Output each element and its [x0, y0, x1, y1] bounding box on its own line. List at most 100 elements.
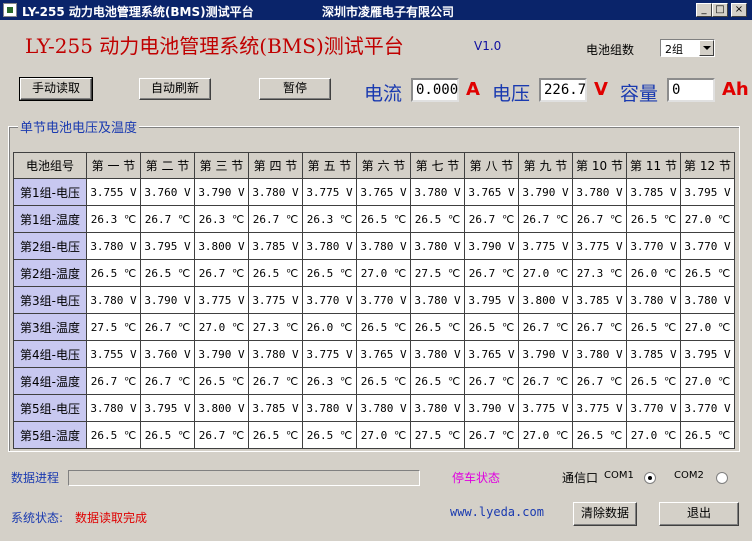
- table-cell: 26.7 ℃: [464, 421, 519, 449]
- table-cell: 26.5 ℃: [86, 259, 141, 287]
- app-heading: LY-255 动力电池管理系统(BMS)测试平台: [25, 34, 404, 58]
- column-header: 第 七 节: [410, 152, 465, 179]
- table-cell: 3.790 V: [464, 394, 519, 422]
- column-header: 第 八 节: [464, 152, 519, 179]
- app-icon[interactable]: [3, 3, 17, 17]
- table-cell: 3.785 V: [572, 286, 627, 314]
- progress-bar: [68, 470, 420, 486]
- auto-refresh-button[interactable]: 自动刷新: [139, 78, 211, 100]
- table-cell: 3.780 V: [248, 340, 303, 368]
- table-cell: 26.3 ℃: [302, 205, 357, 233]
- pause-button[interactable]: 暂停: [259, 78, 331, 100]
- capacity-label: 容量: [620, 83, 659, 105]
- voltage-field[interactable]: 226.7: [539, 78, 587, 102]
- table-cell: 3.770 V: [680, 394, 735, 422]
- table-cell: 3.790 V: [194, 178, 249, 206]
- table-cell: 26.5 ℃: [248, 421, 303, 449]
- table-cell: 3.780 V: [626, 286, 681, 314]
- row-header: 第1组-电压: [13, 178, 87, 206]
- com2-label: COM2: [674, 470, 704, 481]
- table-cell: 3.760 V: [140, 178, 195, 206]
- table-cell: 3.780 V: [86, 394, 141, 422]
- column-header: 第 三 节: [194, 152, 249, 179]
- table-cell: 27.0 ℃: [356, 259, 411, 287]
- table-cell: 3.800 V: [518, 286, 573, 314]
- table-cell: 26.5 ℃: [248, 259, 303, 287]
- chevron-down-icon[interactable]: [699, 40, 714, 56]
- table-cell: 3.795 V: [464, 286, 519, 314]
- title-bar: LY-255 动力电池管理系统(BMS)测试平台 深圳市凌雁电子有限公司 _ □…: [0, 0, 752, 20]
- table-cell: 3.785 V: [626, 178, 681, 206]
- table-cell: 26.5 ℃: [140, 421, 195, 449]
- com1-radio[interactable]: [644, 472, 656, 484]
- table-cell: 26.5 ℃: [302, 259, 357, 287]
- table-cell: 3.780 V: [410, 232, 465, 260]
- system-status-value: 数据读取完成: [75, 511, 148, 525]
- table-cell: 27.3 ℃: [248, 313, 303, 341]
- com2-radio[interactable]: [716, 472, 728, 484]
- table-cell: 26.7 ℃: [464, 205, 519, 233]
- table-cell: 27.0 ℃: [680, 367, 735, 395]
- table-cell: 26.5 ℃: [464, 313, 519, 341]
- table-cell: 26.7 ℃: [464, 259, 519, 287]
- table-cell: 26.7 ℃: [248, 367, 303, 395]
- table-row: 第3组-温度 27.5 ℃ 26.7 ℃ 27.0 ℃ 27.3 ℃ 26.0 ℃ 26.5…: [13, 313, 735, 341]
- version-label: V1.0: [474, 39, 502, 53]
- exit-button[interactable]: 退出: [659, 502, 739, 526]
- table-cell: 3.765 V: [356, 340, 411, 368]
- group-count-select[interactable]: 2组: [660, 39, 715, 57]
- company-name: 深圳市凌雁电子有限公司: [322, 5, 455, 19]
- table-cell: 3.780 V: [572, 178, 627, 206]
- table-cell: 3.770 V: [626, 232, 681, 260]
- current-unit: A: [466, 79, 480, 100]
- table-cell: 26.7 ℃: [194, 259, 249, 287]
- clear-data-button[interactable]: 清除数据: [573, 502, 637, 526]
- table-cell: 3.780 V: [410, 394, 465, 422]
- table-cell: 3.795 V: [140, 394, 195, 422]
- table-cell: 27.5 ℃: [86, 313, 141, 341]
- table-cell: 3.770 V: [302, 286, 357, 314]
- table-cell: 26.5 ℃: [356, 367, 411, 395]
- table-row: 第1组-温度 26.3 ℃ 26.7 ℃ 26.3 ℃ 26.7 ℃ 26.3 ℃ 26.5…: [13, 205, 735, 233]
- group-count-label: 电池组数: [586, 43, 635, 57]
- table-cell: 27.0 ℃: [680, 313, 735, 341]
- table-cell: 26.5 ℃: [356, 313, 411, 341]
- website-link[interactable]: www.lyeda.com: [450, 505, 544, 519]
- capacity-unit: Ah: [722, 79, 749, 100]
- row-header: 第3组-电压: [13, 286, 87, 314]
- table-cell: 3.780 V: [680, 286, 735, 314]
- table-cell: 26.5 ℃: [86, 421, 141, 449]
- table-row: 第4组-电压 3.755 V 3.760 V 3.790 V 3.780 V 3.775 …: [13, 340, 735, 368]
- column-header: 第 九 节: [518, 152, 573, 179]
- table-row: 第5组-温度 26.5 ℃ 26.5 ℃ 26.7 ℃ 26.5 ℃ 26.5 ℃ 27.0…: [13, 421, 735, 449]
- table-cell: 3.795 V: [680, 340, 735, 368]
- table-cell: 3.765 V: [356, 178, 411, 206]
- maximize-button[interactable]: □: [712, 3, 728, 17]
- table-cell: 26.3 ℃: [194, 205, 249, 233]
- voltage-label: 电压: [492, 83, 531, 105]
- minimize-button[interactable]: _: [696, 3, 712, 17]
- table-cell: 3.780 V: [410, 178, 465, 206]
- table-cell: 3.780 V: [410, 340, 465, 368]
- table-cell: 3.785 V: [248, 232, 303, 260]
- table-cell: 26.7 ℃: [194, 421, 249, 449]
- table-cell: 26.7 ℃: [140, 313, 195, 341]
- table-cell: 26.7 ℃: [518, 367, 573, 395]
- table-cell: 3.755 V: [86, 340, 141, 368]
- table-cell: 3.795 V: [680, 178, 735, 206]
- manual-read-button[interactable]: 手动读取: [19, 77, 93, 101]
- current-field[interactable]: 0.000: [411, 78, 459, 102]
- column-header: 第 11 节: [626, 152, 681, 179]
- table-cell: 3.800 V: [194, 232, 249, 260]
- column-header: 第 二 节: [140, 152, 195, 179]
- capacity-field[interactable]: 0: [667, 78, 715, 102]
- table-cell: 3.770 V: [356, 286, 411, 314]
- table-row: 第3组-电压 3.780 V 3.790 V 3.775 V 3.775 V 3.770 …: [13, 286, 735, 314]
- close-button[interactable]: ×: [731, 3, 747, 17]
- table-row: 第2组-温度 26.5 ℃ 26.5 ℃ 26.7 ℃ 26.5 ℃ 26.5 ℃ 27.0…: [13, 259, 735, 287]
- table-cell: 26.7 ℃: [140, 205, 195, 233]
- row-header: 第2组-电压: [13, 232, 87, 260]
- corner-header: 电池组号: [13, 152, 87, 179]
- table-cell: 3.780 V: [302, 394, 357, 422]
- com1-label: COM1: [604, 470, 634, 481]
